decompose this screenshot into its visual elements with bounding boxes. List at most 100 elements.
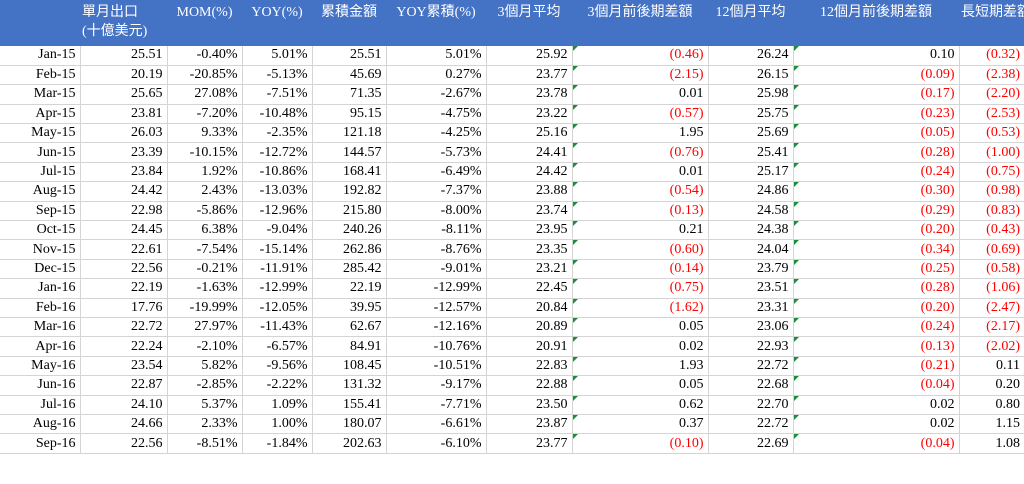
table-cell: (0.76) bbox=[572, 142, 709, 163]
table-cell: -8.00% bbox=[386, 201, 487, 222]
row-month-label: Aug-16 bbox=[0, 414, 81, 435]
table-cell: -13.03% bbox=[242, 181, 313, 202]
table-cell: 22.19 bbox=[80, 278, 168, 299]
table-cell: -6.49% bbox=[386, 162, 487, 183]
table-cell: 24.66 bbox=[80, 414, 168, 435]
table-cell: 22.98 bbox=[80, 201, 168, 222]
table-cell: 1.00% bbox=[242, 414, 313, 435]
table-cell: -2.22% bbox=[242, 375, 313, 396]
table-cell: 22.68 bbox=[708, 375, 794, 396]
table-cell: 0.62 bbox=[572, 395, 709, 415]
row-month-label: May-15 bbox=[0, 123, 81, 144]
table-row: Aug-16 24.66 2.33% 1.00% 180.07 -6.61% 23.87 0.… bbox=[0, 414, 1024, 435]
table-cell: 24.38 bbox=[708, 220, 794, 241]
table-cell: 23.06 bbox=[708, 317, 794, 338]
table-cell: (0.32) bbox=[959, 46, 1024, 66]
table-cell: -10.48% bbox=[242, 104, 313, 125]
table-cell: (0.28) bbox=[793, 142, 960, 163]
table-row: May-15 26.03 9.33% -2.35% 121.18 -4.25% 25.16 1… bbox=[0, 123, 1024, 144]
table-cell: 22.56 bbox=[80, 259, 168, 280]
table-cell: 0.05 bbox=[572, 317, 709, 338]
table-cell: 71.35 bbox=[312, 84, 387, 105]
table-cell: -10.86% bbox=[242, 162, 313, 183]
table-cell: 23.74 bbox=[486, 201, 573, 222]
table-cell: 108.45 bbox=[312, 356, 387, 377]
table-cell: -7.71% bbox=[386, 395, 487, 415]
table-cell: 1.95 bbox=[572, 123, 709, 144]
table-cell: 0.20 bbox=[959, 375, 1024, 396]
table-cell: -9.56% bbox=[242, 356, 313, 377]
table-cell: 0.80 bbox=[959, 395, 1024, 415]
row-month-label: Jul-16 bbox=[0, 395, 81, 415]
table-cell: -1.84% bbox=[242, 433, 313, 454]
table-cell: 180.07 bbox=[312, 414, 387, 435]
table-cell: 1.93 bbox=[572, 356, 709, 377]
table-cell: 240.26 bbox=[312, 220, 387, 241]
table-cell: (0.60) bbox=[572, 239, 709, 260]
header-row: 單月出口 (十億美元) MOM(%) YOY(%) 累積金額 YOY累積(%) 3個月平均… bbox=[0, 0, 1024, 46]
table-cell: 45.69 bbox=[312, 65, 387, 86]
table-row: Jun-16 22.87 -2.85% -2.22% 131.32 -9.17% 22.88… bbox=[0, 375, 1024, 396]
table-cell: -2.85% bbox=[167, 375, 243, 396]
table-row: Apr-16 22.24 -2.10% -6.57% 84.91 -10.76% 20.91… bbox=[0, 336, 1024, 357]
row-month-label: Feb-15 bbox=[0, 65, 81, 86]
table-cell: 121.18 bbox=[312, 123, 387, 144]
table-row: Oct-15 24.45 6.38% -9.04% 240.26 -8.11% 23.95 0… bbox=[0, 220, 1024, 241]
table-cell: -7.20% bbox=[167, 104, 243, 125]
table-cell: 23.39 bbox=[80, 142, 168, 163]
table-cell: -10.76% bbox=[386, 336, 487, 357]
table-cell: 25.41 bbox=[708, 142, 794, 163]
table-cell: -12.99% bbox=[242, 278, 313, 299]
table-cell: 5.37% bbox=[167, 395, 243, 415]
column-header-0 bbox=[0, 0, 80, 46]
row-month-label: Jun-16 bbox=[0, 375, 81, 396]
table-cell: (0.29) bbox=[793, 201, 960, 222]
table-cell: 25.51 bbox=[80, 46, 168, 66]
table-cell: (0.54) bbox=[572, 181, 709, 202]
table-cell: (0.14) bbox=[572, 259, 709, 280]
table-cell: (2.53) bbox=[959, 104, 1024, 125]
table-cell: 192.82 bbox=[312, 181, 387, 202]
table-cell: -4.25% bbox=[386, 123, 487, 144]
table-cell: 0.02 bbox=[793, 414, 960, 435]
table-cell: (2.15) bbox=[572, 65, 709, 86]
row-month-label: Jan-16 bbox=[0, 278, 81, 299]
table-cell: 25.69 bbox=[708, 123, 794, 144]
table-cell: -15.14% bbox=[242, 239, 313, 260]
table-cell: (0.23) bbox=[793, 104, 960, 125]
table-cell: 22.83 bbox=[486, 356, 573, 377]
table-cell: 131.32 bbox=[312, 375, 387, 396]
table-cell: -4.75% bbox=[386, 104, 487, 125]
table-cell: 25.98 bbox=[708, 84, 794, 105]
table-cell: (2.02) bbox=[959, 336, 1024, 357]
table-cell: (2.38) bbox=[959, 65, 1024, 86]
table-cell: 17.76 bbox=[80, 298, 168, 318]
table-cell: -9.17% bbox=[386, 375, 487, 396]
table-cell: 24.58 bbox=[708, 201, 794, 222]
table-cell: (0.46) bbox=[572, 46, 709, 66]
table-cell: -8.51% bbox=[167, 433, 243, 454]
table-cell: 24.10 bbox=[80, 395, 168, 415]
table-row: Feb-15 20.19 -20.85% -5.13% 45.69 0.27% 23.77(… bbox=[0, 65, 1024, 86]
table-cell: -5.86% bbox=[167, 201, 243, 222]
table-cell: 285.42 bbox=[312, 259, 387, 280]
table-cell: 168.41 bbox=[312, 162, 387, 183]
table-cell: 1.92% bbox=[167, 162, 243, 183]
table-cell: 24.41 bbox=[486, 142, 573, 163]
table-row: Sep-16 22.56 -8.51% -1.84% 202.63 -6.10% 23.77… bbox=[0, 433, 1024, 454]
table-cell: (0.04) bbox=[793, 375, 960, 396]
row-month-label: Jun-15 bbox=[0, 142, 81, 163]
table-cell: 23.77 bbox=[486, 433, 573, 454]
table-cell: 1.09% bbox=[242, 395, 313, 415]
table-cell: -2.35% bbox=[242, 123, 313, 144]
table-cell: 23.87 bbox=[486, 414, 573, 435]
row-month-label: Oct-15 bbox=[0, 220, 81, 241]
table-cell: -20.85% bbox=[167, 65, 243, 86]
table-cell: -10.51% bbox=[386, 356, 487, 377]
table-cell: -0.21% bbox=[167, 259, 243, 280]
table-cell: 0.37 bbox=[572, 414, 709, 435]
table-cell: 24.86 bbox=[708, 181, 794, 202]
table-cell: 0.11 bbox=[959, 356, 1024, 377]
table-cell: -12.05% bbox=[242, 298, 313, 318]
table-cell: 22.70 bbox=[708, 395, 794, 415]
